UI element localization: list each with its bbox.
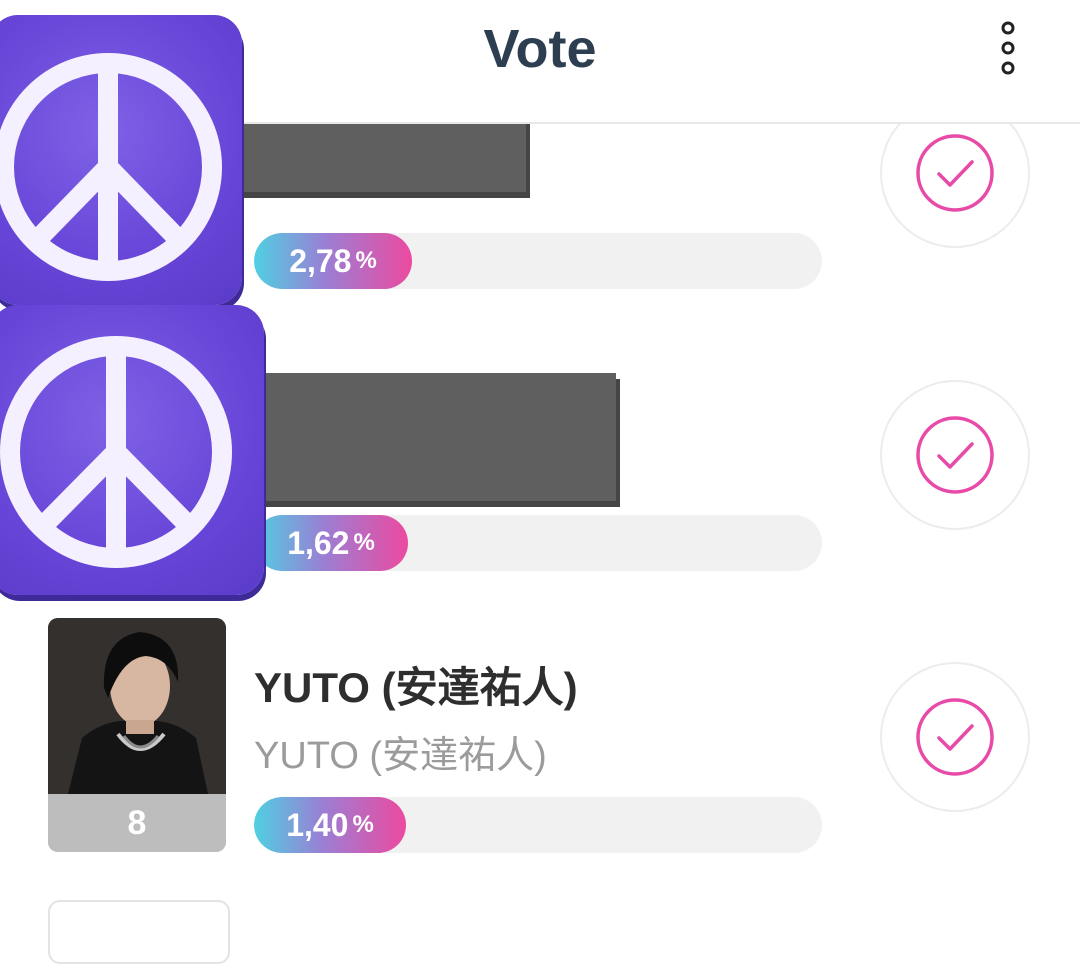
more-vert-icon [1001,21,1015,75]
vote-check-button[interactable] [880,380,1030,530]
percentage-unit: % [353,529,375,556]
rank-label: 8 [48,794,226,852]
percentage-value: 2,78 [289,242,352,279]
percentage-bar: 1,62% [254,515,822,571]
more-options-button[interactable] [986,18,1030,82]
percentage-fill: 1,62% [254,515,408,571]
percentage-fill: 1,40% [254,797,406,853]
redacted-name-block [250,373,616,501]
artist-name: YUTO (安達祐人) [254,664,578,711]
peace-sign-icon [0,15,242,305]
vote-check-button[interactable] [880,662,1030,812]
check-circle-icon [916,698,994,776]
artist-photo [48,618,226,794]
percentage-unit: % [355,247,377,274]
artist-thumbnail[interactable] [48,900,230,964]
percentage-value: 1,62 [287,524,350,561]
percentage-bar: 2,78% [254,233,822,289]
vote-entry: 8 YUTO (安達祐人) YUTO (安達祐人) 1,40% [0,600,1080,900]
artist-thumbnail[interactable]: 8 [48,618,226,852]
check-circle-icon [916,416,994,494]
percentage-value: 1,40 [286,806,349,843]
peace-sign-icon [0,305,264,595]
artist-subtitle: YUTO (安達祐人) [254,735,547,777]
percentage-bar: 1,40% [254,797,822,853]
percentage-unit: % [352,811,374,838]
percentage-fill: 2,78% [254,233,412,289]
